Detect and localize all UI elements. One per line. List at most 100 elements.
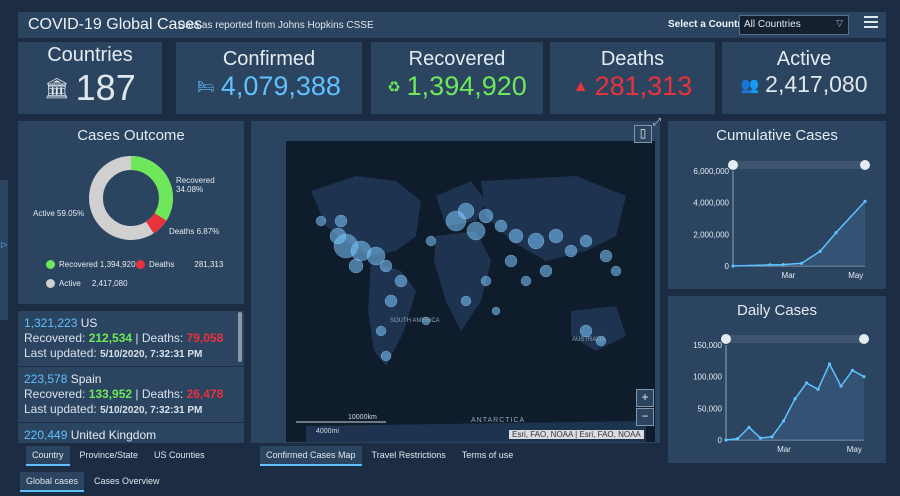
case-bubble: [379, 259, 393, 273]
country-case-list[interactable]: 1,321,223 US Recovered: 212,534 | Deaths…: [18, 311, 244, 443]
recovered-pct-label: Recovered 34.08%: [176, 176, 215, 194]
dashboard-title: COVID-19 Global Cases: [28, 16, 203, 33]
case-bubble: [466, 221, 486, 241]
legend-recovered: Recovered 1,394,920: [46, 260, 136, 269]
case-bubble: [480, 275, 492, 287]
tab-province-state[interactable]: Province/State: [74, 446, 145, 466]
case-bubble: [579, 234, 593, 248]
deaths-pct-label: Deaths 6.87%: [169, 227, 220, 236]
y-tick-label: 4,000,000: [693, 199, 729, 208]
hamburger-menu-icon[interactable]: [864, 16, 878, 30]
left-tab-bar: Country Province/State US Counties: [26, 446, 211, 466]
y-tick-label: 6,000,000: [693, 167, 729, 176]
chart-data-point: [804, 381, 809, 385]
tab-travel-restrictions[interactable]: Travel Restrictions: [366, 446, 452, 466]
chart-data-point: [768, 263, 772, 267]
case-bubble: [564, 244, 578, 258]
range-slider-track: [726, 335, 864, 343]
case-bubble: [520, 275, 532, 287]
confirmed-value: 4,079,388: [220, 71, 341, 101]
y-tick-label: 2,000,000: [693, 230, 729, 239]
recovered-value: 1,394,920: [406, 71, 527, 101]
case-bubble: [334, 214, 348, 228]
zoom-in-button[interactable]: +: [636, 389, 654, 407]
y-tick-label: 0: [718, 436, 723, 445]
chart-data-point: [770, 435, 774, 439]
daily-cases-panel: Daily Cases 150,000 100,000 50,000 0 Mar May: [668, 296, 886, 463]
confirmed-label: Confirmed: [222, 48, 316, 70]
country-select-label: Select a Country: [668, 19, 747, 30]
list-scrollbar[interactable]: [238, 312, 242, 362]
range-slider-handle: [860, 160, 870, 170]
dashboard-subtitle: Data as reported from Johns Hopkins CSSE: [178, 20, 374, 31]
bottom-tab-bar: Global cases Cases Overview: [20, 472, 166, 492]
tab-confirmed-cases-map[interactable]: Confirmed Cases Map: [260, 446, 362, 466]
map-attribution: Esri, FAO, NOAA | Esri, FAO, NOAA: [509, 430, 644, 439]
list-item[interactable]: 223,578 Spain Recovered: 133,952 | Death…: [18, 367, 244, 423]
chevron-down-icon: ▽: [836, 18, 843, 28]
range-slider-handle: [721, 334, 731, 344]
chart-data-point: [781, 263, 785, 267]
case-bubble: [579, 324, 593, 338]
legend-active: Active 2,417,080: [46, 279, 128, 288]
daily-cases-chart: 150,000 100,000 50,000 0 Mar May: [693, 334, 869, 454]
legend-deaths: Deaths 281,313: [136, 260, 223, 269]
case-bubble: [610, 265, 622, 277]
case-bubble: [348, 258, 364, 274]
deaths-label: Deaths: [600, 48, 665, 70]
cases-outcome-panel: Cases Outcome Recovered 34.08% Active 59…: [18, 121, 244, 304]
case-bubble: [539, 264, 553, 278]
case-bubble: [384, 294, 398, 308]
active-value: 2,417,080: [765, 71, 868, 97]
range-slider-handle: [728, 160, 738, 170]
deaths-value: 281,313: [594, 71, 693, 101]
map-label-australia: AUSTRALIA: [572, 337, 605, 343]
case-bubble: [380, 350, 392, 362]
chart-data-point: [747, 425, 751, 429]
top-header: COVID-19 Global Cases Data as reported f…: [18, 12, 886, 38]
x-tick-label: Mar: [777, 445, 791, 454]
chart-data-point: [731, 264, 735, 268]
case-bubble: [508, 228, 524, 244]
chart-data-point: [800, 261, 804, 265]
hospital-bed-icon: 🛏: [197, 78, 215, 94]
case-bubble: [478, 208, 494, 224]
case-bubble: [527, 232, 545, 250]
country-select[interactable]: All Countries ▽: [739, 15, 849, 35]
tab-global-cases[interactable]: Global cases: [20, 472, 85, 492]
bookmark-icon[interactable]: ▯: [634, 125, 652, 143]
countries-card: Countries 🏛 187: [18, 42, 162, 114]
y-tick-label: 100,000: [693, 373, 722, 382]
y-tick-label: 50,000: [698, 404, 723, 413]
tab-us-counties[interactable]: US Counties: [148, 446, 211, 466]
case-bubble: [457, 202, 475, 220]
y-tick-label: 0: [725, 262, 730, 271]
x-tick-label: Mar: [782, 271, 796, 280]
countries-value: 187: [75, 67, 136, 108]
case-bubble: [460, 295, 472, 307]
case-bubble: [504, 254, 518, 268]
case-bubble: [315, 215, 327, 227]
map-panel: ANTARCTICA SOUTH AMERICA AUSTRALIA 10000…: [251, 117, 661, 443]
map-scale-km: 10000km: [348, 414, 377, 421]
expand-icon[interactable]: ⤢: [653, 117, 661, 128]
zoom-out-button[interactable]: −: [636, 408, 654, 426]
x-tick-label: May: [847, 445, 862, 454]
cumulative-cases-chart: 6,000,000 4,000,000 2,000,000 0 Mar May: [693, 160, 870, 280]
case-bubble: [548, 228, 564, 244]
list-item[interactable]: 220,449 United Kingdom: [18, 423, 244, 443]
chart-data-point: [818, 249, 822, 253]
tab-country[interactable]: Country: [26, 446, 70, 466]
map-label-antarctica: ANTARCTICA: [471, 417, 525, 424]
world-map[interactable]: ANTARCTICA SOUTH AMERICA AUSTRALIA 10000…: [286, 141, 655, 442]
chart-data-point: [816, 387, 820, 391]
tab-cases-overview[interactable]: Cases Overview: [88, 472, 166, 492]
tab-terms-of-use[interactable]: Terms of use: [456, 446, 520, 466]
map-tab-bar: Confirmed Cases Map Travel Restrictions …: [260, 446, 519, 466]
case-bubble: [394, 274, 408, 288]
list-item[interactable]: 1,321,223 US Recovered: 212,534 | Deaths…: [18, 311, 244, 367]
recovery-icon: ♻: [387, 78, 401, 96]
chart-data-point: [834, 231, 838, 235]
warning-triangle-icon: ▲: [572, 77, 589, 95]
side-panel-toggle[interactable]: ▷: [0, 180, 8, 320]
